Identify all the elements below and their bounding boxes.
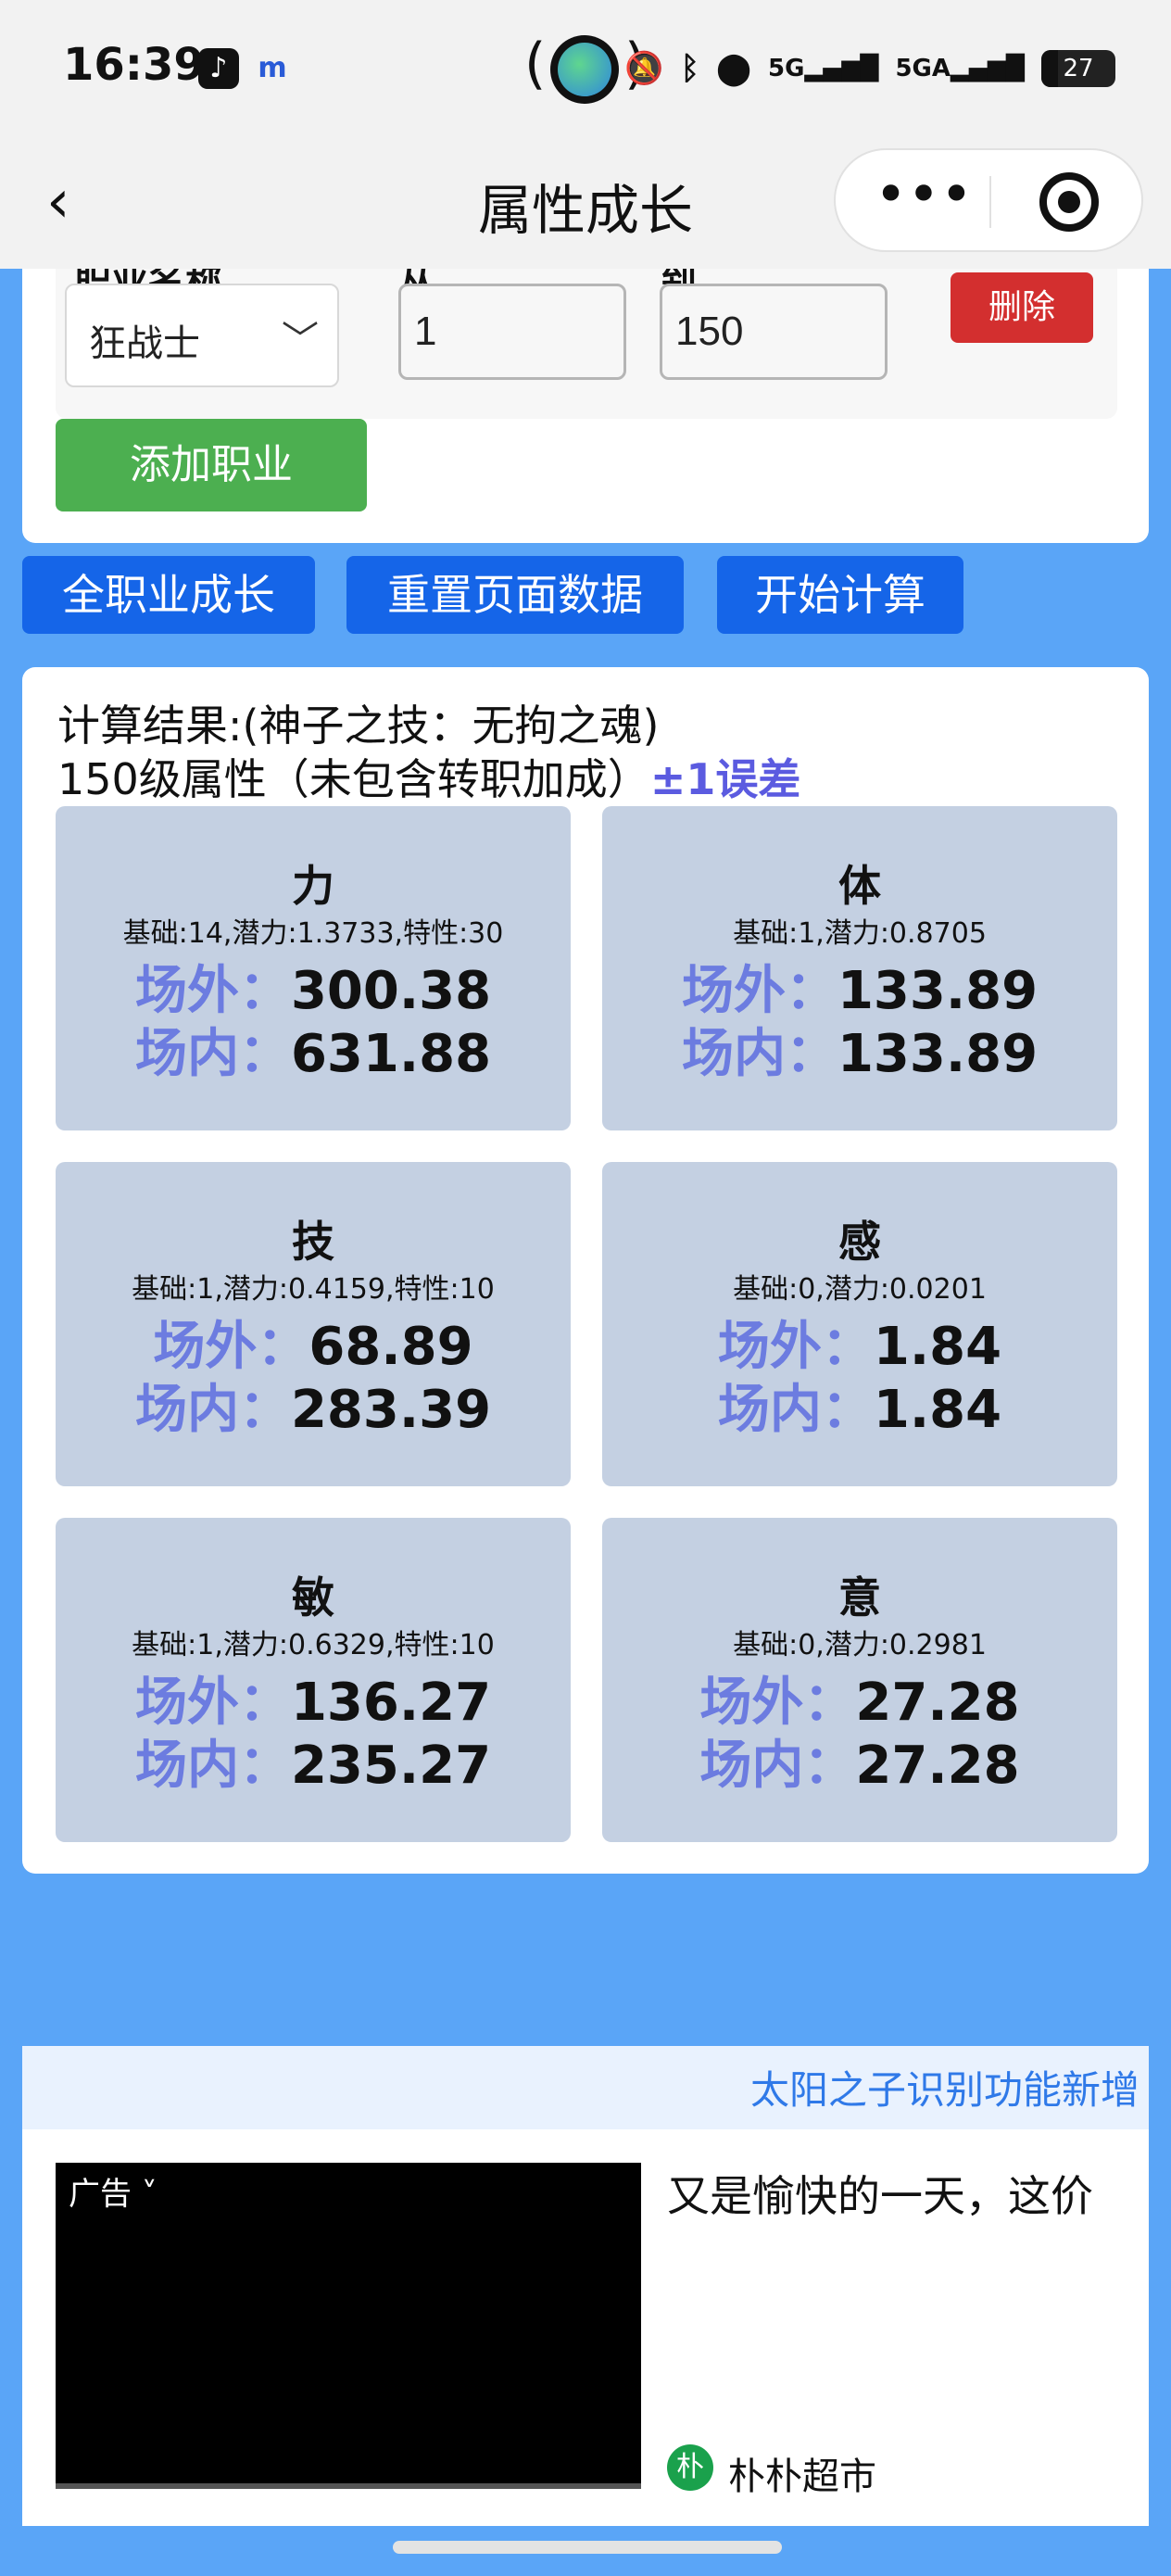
from-level-input[interactable]: 1 (398, 284, 626, 380)
location-icon: ⬤ (715, 50, 752, 87)
attr-inside: 场内：133.89 (681, 1024, 1039, 1084)
job-select-value: 狂战士 (89, 322, 200, 365)
attr-detail: 基础:0,潜力:0.2981 (733, 1629, 987, 1661)
attr-detail: 基础:1,潜力:0.8705 (733, 917, 987, 950)
ad-video[interactable]: 广告 ˅ (56, 2163, 641, 2489)
attr-name: 体 (838, 861, 881, 911)
delete-button[interactable]: 删除 (951, 272, 1093, 343)
result-subtitle: 150级属性（未包含转职加成）±1误差 (57, 754, 801, 804)
add-job-button[interactable]: 添加职业 (56, 419, 367, 511)
more-icon[interactable]: ••• (873, 167, 975, 232)
attr-name: 力 (292, 861, 334, 911)
attr-detail: 基础:1,潜力:0.4159,特性:10 (132, 1273, 495, 1306)
result-card: 计算结果:(神子之技：无拘之魂) 150级属性（未包含转职加成）±1误差 力 基… (22, 667, 1149, 1874)
ad-brand[interactable]: 朴朴超市 (728, 2446, 876, 2500)
mini-program-capsule: ••• (834, 148, 1143, 252)
5ga-signal-icon: 5GA▂▄▆█ (895, 55, 1025, 82)
notice-marquee[interactable]: 太阳之子识别功能新增 (22, 2046, 1149, 2129)
status-bar: 16:39 ♪ m ( ) 🔕 ᛒ ⬤ 5G▂▄▆█ 5GA▂▄▆█ 27 (0, 0, 1171, 139)
attr-inside: 场内：1.84 (717, 1380, 1002, 1440)
attr-card-sense: 感 基础:0,潜力:0.0201 场外：1.84 场内：1.84 (602, 1162, 1117, 1486)
error-note: ±1误差 (649, 754, 801, 804)
attr-name: 敏 (292, 1572, 334, 1623)
reset-button[interactable]: 重置页面数据 (346, 556, 684, 634)
job-select[interactable]: 狂战士 ﹀ (65, 284, 339, 387)
app-m-icon: m (258, 52, 287, 84)
bluetooth-icon: ᛒ (680, 50, 699, 87)
5g-signal-icon: 5G▂▄▆█ (768, 55, 879, 82)
job-row: 职业名称 从 到 狂战士 ﹀ 1 150 删除 (56, 269, 1117, 419)
battery-icon: 27 (1041, 50, 1115, 87)
capsule-divider (989, 176, 991, 228)
attr-card-skill: 技 基础:1,潜力:0.4159,特性:10 场外：68.89 场内：283.3… (56, 1162, 571, 1486)
all-growth-button[interactable]: 全职业成长 (22, 556, 315, 634)
result-title: 计算结果:(神子之技：无拘之魂) (57, 701, 660, 751)
status-icons: 🔕 ᛒ ⬤ 5G▂▄▆█ 5GA▂▄▆█ 27 (624, 43, 1115, 95)
mute-icon: 🔕 (624, 50, 664, 87)
notice-text: 太阳之子识别功能新增 (750, 2067, 1140, 2113)
close-target-icon[interactable] (1039, 172, 1099, 232)
brand-logo-icon: 朴 (667, 2444, 713, 2491)
job-card: 职业名称 从 到 狂战士 ﹀ 1 150 删除 添加职业 (22, 269, 1149, 543)
attr-name: 意 (838, 1572, 881, 1623)
to-level-input[interactable]: 150 (660, 284, 888, 380)
ad-banner[interactable]: 广告 ˅ 又是愉快的一天，这价 朴 朴朴超市 (22, 2129, 1149, 2526)
result-header: 计算结果:(神子之技：无拘之魂) 150级属性（未包含转职加成）±1误差 (57, 699, 800, 806)
calculate-button[interactable]: 开始计算 (717, 556, 963, 634)
attr-inside: 场内：235.27 (134, 1736, 492, 1796)
chevron-down-icon: ﹀ (282, 319, 319, 361)
attr-card-constitution: 体 基础:1,潜力:0.8705 场外：133.89 场内：133.89 (602, 806, 1117, 1130)
attr-name: 技 (292, 1217, 334, 1267)
tiktok-icon: ♪ (198, 48, 239, 89)
status-time: 16:39 (63, 39, 205, 91)
attr-detail: 基础:0,潜力:0.0201 (733, 1273, 987, 1306)
nav-bar: ‹ 属性成长 ••• (0, 139, 1171, 269)
ad-tag[interactable]: 广告 ˅ (69, 2168, 157, 2214)
attr-inside: 场内：631.88 (134, 1024, 492, 1084)
home-indicator[interactable] (393, 2541, 782, 2554)
attr-card-will: 意 基础:0,潜力:0.2981 场外：27.28 场内：27.28 (602, 1518, 1117, 1842)
attr-card-strength: 力 基础:14,潜力:1.3733,特性:30 场外：300.38 场内：631… (56, 806, 571, 1130)
attr-card-agility: 敏 基础:1,潜力:0.6329,特性:10 场外：136.27 场内：235.… (56, 1518, 571, 1842)
ad-text[interactable]: 又是愉快的一天，这价 (667, 2163, 1093, 2224)
attr-inside: 场内：27.28 (699, 1736, 1020, 1796)
attr-detail: 基础:1,潜力:0.6329,特性:10 (132, 1629, 495, 1661)
attr-name: 感 (838, 1217, 881, 1267)
attr-detail: 基础:14,潜力:1.3733,特性:30 (122, 917, 504, 950)
attr-inside: 场内：283.39 (134, 1380, 492, 1440)
